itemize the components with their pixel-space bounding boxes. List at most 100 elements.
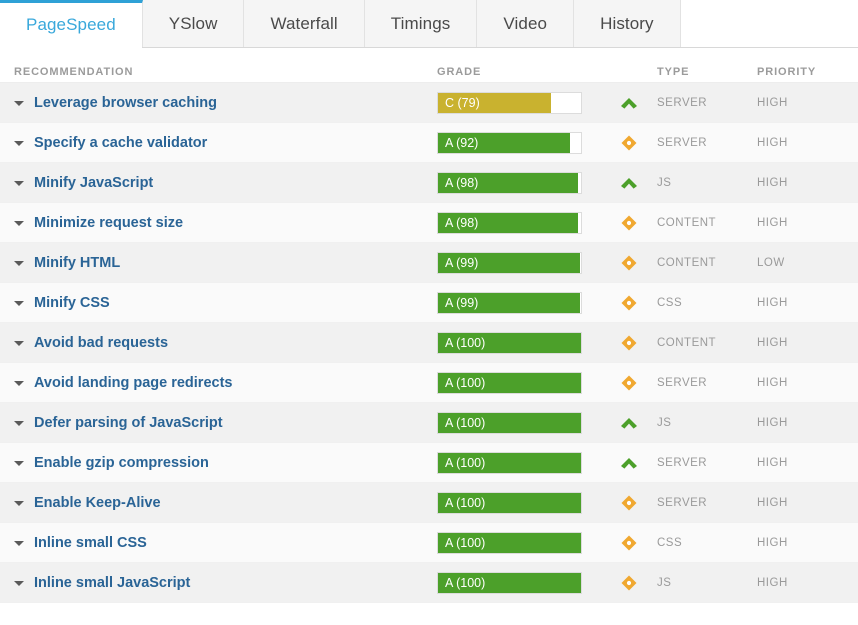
table-column-headers: RECOMMENDATION GRADE TYPE PRIORITY [0,48,858,82]
column-header-grade: GRADE [437,66,657,78]
recommendation-label[interactable]: Minify JavaScript [34,175,153,191]
recommendation-label[interactable]: Minify CSS [34,295,110,311]
grade-label: A (100) [445,573,485,593]
disclosure-triangle-icon[interactable] [12,176,26,190]
grade-bar: A (99) [437,252,582,274]
type-value: CONTENT [657,257,757,269]
grade-cell: A (99) [437,252,600,274]
table-row[interactable]: Minify HTML A (99) CONTENTLOW [0,243,858,283]
tab-waterfall[interactable]: Waterfall [244,0,364,47]
table-row[interactable]: Minify CSSA (99)CSSHIGH [0,283,858,323]
grade-bar: A (99) [437,292,582,314]
diamond-orange-icon [620,494,638,512]
grade-label: A (98) [445,173,478,193]
grade-bar: A (100) [437,532,582,554]
recommendation-label[interactable]: Enable gzip compression [34,455,209,471]
diamond-orange-icon [620,134,638,152]
disclosure-triangle-icon[interactable] [12,496,26,510]
disclosure-triangle-icon[interactable] [12,376,26,390]
diamond-orange-icon [620,374,638,392]
tab-video[interactable]: Video [477,0,574,47]
disclosure-triangle-icon[interactable] [12,336,26,350]
disclosure-triangle-icon[interactable] [12,296,26,310]
recommendation-label[interactable]: Avoid landing page redirects [34,375,232,391]
recommendation-cell[interactable]: Enable Keep-Alive [0,495,437,511]
recommendation-cell[interactable]: Leverage browser caching [0,95,437,111]
status-icon-cell [600,294,657,312]
priority-value: HIGH [757,377,858,389]
grade-bar: A (98) [437,212,582,234]
type-value: SERVER [657,97,757,109]
table-row[interactable]: Minimize request sizeA (98)CONTENTHIGH [0,203,858,243]
status-icon-cell [600,334,657,352]
recommendation-cell[interactable]: Defer parsing of JavaScript [0,415,437,431]
type-value: CONTENT [657,217,757,229]
grade-bar: A (100) [437,372,582,394]
disclosure-triangle-icon[interactable] [12,456,26,470]
table-row[interactable]: Inline small CSSA (100)CSSHIGH [0,523,858,563]
grade-label: A (98) [445,213,478,233]
disclosure-triangle-icon[interactable] [12,416,26,430]
grade-bar: A (100) [437,492,582,514]
type-value: SERVER [657,377,757,389]
table-row[interactable]: Leverage browser cachingC (79)SERVERHIGH [0,83,858,123]
recommendation-cell[interactable]: Inline small CSS [0,535,437,551]
priority-value: HIGH [757,97,858,109]
recommendation-label[interactable]: Inline small JavaScript [34,575,190,591]
disclosure-triangle-icon[interactable] [12,136,26,150]
priority-value: HIGH [757,177,858,189]
table-row[interactable]: Minify JavaScript A (98) JSHIGH [0,163,858,203]
grade-bar: A (98) [437,172,582,194]
disclosure-triangle-icon[interactable] [12,576,26,590]
recommendation-cell[interactable]: Inline small JavaScript [0,575,437,591]
recommendation-cell[interactable]: Minify CSS [0,295,437,311]
grade-label: A (100) [445,373,485,393]
tab-timings[interactable]: Timings [365,0,478,47]
recommendation-cell[interactable]: Specify a cache validator [0,135,437,151]
disclosure-triangle-icon[interactable] [12,96,26,110]
table-row[interactable]: Avoid landing page redirects A (100) SERVE… [0,363,858,403]
recommendation-label[interactable]: Enable Keep-Alive [34,495,161,511]
disclosure-triangle-icon[interactable] [12,536,26,550]
grade-cell: A (100) [437,572,600,594]
table-row[interactable]: Defer parsing of JavaScriptA (100)JSHIGH [0,403,858,443]
disclosure-triangle-icon[interactable] [12,216,26,230]
recommendation-label[interactable]: Specify a cache validator [34,135,207,151]
tab-yslow[interactable]: YSlow [143,0,245,47]
diamond-orange-icon [620,534,638,552]
recommendation-cell[interactable]: Minify JavaScript [0,175,437,191]
recommendation-cell[interactable]: Minify HTML [0,255,437,271]
recommendation-label[interactable]: Leverage browser caching [34,95,217,111]
table-row[interactable]: Avoid bad requestsA (100)CONTENTHIGH [0,323,858,363]
disclosure-triangle-icon[interactable] [12,256,26,270]
grade-label: A (100) [445,413,485,433]
priority-value: LOW [757,257,858,269]
type-value: SERVER [657,457,757,469]
chevron-up-green-icon [620,174,638,192]
recommendation-label[interactable]: Avoid bad requests [34,335,168,351]
column-header-type: TYPE [657,66,757,78]
recommendation-label[interactable]: Minify HTML [34,255,120,271]
priority-value: HIGH [757,497,858,509]
table-row[interactable]: Enable Keep-AliveA (100)SERVERHIGH [0,483,858,523]
recommendation-label[interactable]: Minimize request size [34,215,183,231]
status-icon-cell [600,414,657,432]
grade-cell: A (100) [437,372,600,394]
table-row[interactable]: Enable gzip compressionA (100)SERVERHIGH [0,443,858,483]
type-value: JS [657,177,757,189]
status-icon-cell [600,94,657,112]
tab-pagespeed[interactable]: PageSpeed [0,0,143,47]
priority-value: HIGH [757,457,858,469]
recommendation-cell[interactable]: Avoid bad requests [0,335,437,351]
grade-cell: A (99) [437,292,600,314]
grade-label: A (100) [445,533,485,553]
tab-history[interactable]: History [574,0,681,47]
recommendation-cell[interactable]: Enable gzip compression [0,455,437,471]
table-row[interactable]: Specify a cache validatorA (92)SERVERHIG… [0,123,858,163]
recommendation-cell[interactable]: Minimize request size [0,215,437,231]
recommendation-label[interactable]: Inline small CSS [34,535,147,551]
recommendation-label[interactable]: Defer parsing of JavaScript [34,415,223,431]
recommendation-cell[interactable]: Avoid landing page redirects [0,375,437,391]
table-row[interactable]: Inline small JavaScriptA (100)JSHIGH [0,563,858,603]
grade-label: A (100) [445,333,485,353]
